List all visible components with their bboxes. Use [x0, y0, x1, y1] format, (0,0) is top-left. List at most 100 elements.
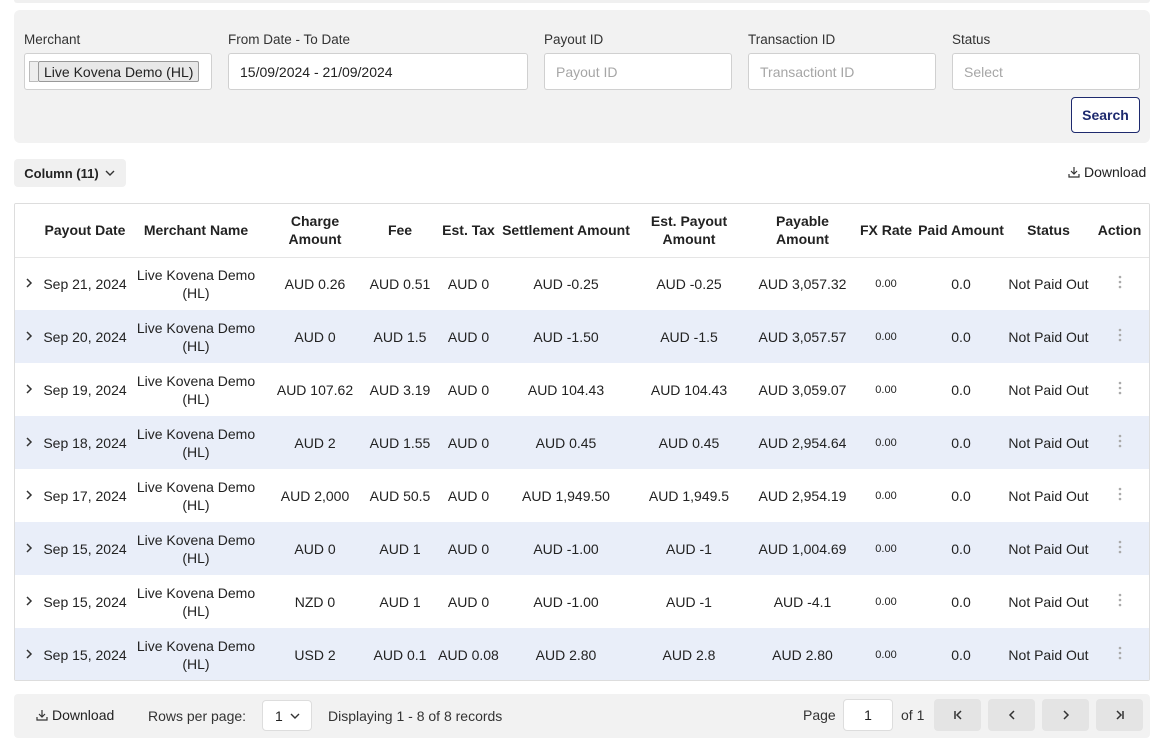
cell-settlement-amount: AUD -1.00	[533, 593, 599, 610]
cell-fx-rate: 0.00	[857, 416, 915, 469]
table-row[interactable]: Sep 17, 2024 Live Kovena Demo (HL) AUD 2,0…	[15, 469, 1149, 522]
search-button[interactable]: Search	[1071, 97, 1140, 133]
download-label: Download	[1084, 164, 1147, 180]
download-button-bottom[interactable]: Download	[36, 707, 114, 723]
cell-est-tax: AUD 0	[447, 593, 490, 610]
expand-row-button[interactable]	[15, 628, 43, 680]
merchant-chip[interactable]: Live Kovena Demo (HL)	[38, 61, 200, 82]
transaction-id-input[interactable]: Transactiont ID	[748, 53, 936, 90]
header-fx-rate[interactable]: FX Rate	[857, 204, 915, 258]
chevron-right-icon	[26, 648, 33, 659]
cell-payout-date: Sep 20, 2024	[43, 310, 127, 363]
cell-est-payout-amount: AUD 0.45	[630, 416, 748, 469]
first-page-icon	[953, 710, 962, 720]
status-select[interactable]: Select	[952, 53, 1140, 90]
cell-settlement-amount: AUD -1.50	[502, 310, 630, 363]
cell-fx-rate: 0.00	[875, 277, 897, 290]
cell-fx-rate: 0.00	[875, 489, 897, 502]
cell-est-payout-amount: AUD 1,949.5	[648, 487, 730, 504]
date-range-label: From Date - To Date	[228, 32, 351, 47]
cell-payable-amount: AUD 2.80	[748, 628, 857, 680]
transaction-id-label: Transaction ID	[748, 32, 836, 47]
header-status[interactable]: Status	[1007, 204, 1090, 258]
row-action-menu[interactable]	[1090, 469, 1149, 522]
cell-paid-amount: 0.0	[915, 628, 1007, 680]
row-action-menu[interactable]	[1090, 522, 1149, 575]
row-action-menu[interactable]	[1090, 363, 1149, 416]
next-page-button[interactable]	[1042, 699, 1089, 731]
row-action-menu[interactable]	[1090, 257, 1149, 310]
cell-charge-amount: NZD 0	[294, 593, 336, 610]
header-expand	[15, 204, 43, 258]
expand-row-button[interactable]	[15, 469, 43, 522]
table-row[interactable]: Sep 15, 2024 Live Kovena Demo (HL) USD 2 AU…	[15, 628, 1149, 680]
cell-payout-date: Sep 15, 2024	[43, 628, 127, 680]
table-row[interactable]: Sep 15, 2024 Live Kovena Demo (HL) NZD 0 AU…	[15, 575, 1149, 628]
cell-settlement-amount: AUD 1,949.50	[522, 487, 610, 504]
table-row[interactable]: Sep 21, 2024 Live Kovena Demo (HL) AUD 0.2…	[15, 257, 1149, 310]
expand-row-button[interactable]	[15, 522, 43, 575]
prev-page-button[interactable]	[988, 699, 1035, 731]
row-action-menu[interactable]	[1090, 575, 1149, 628]
expand-row-button[interactable]	[15, 416, 43, 469]
first-page-button[interactable]	[934, 699, 981, 731]
cell-fee: AUD 1.5	[365, 310, 435, 363]
header-est-tax[interactable]: Est. Tax	[435, 204, 502, 258]
cell-fee: AUD 50.5	[369, 487, 431, 504]
filter-panel: Merchant Live Kovena Demo (HL) From Date…	[14, 10, 1150, 143]
rows-per-page-select[interactable]: 1	[262, 700, 312, 731]
download-icon	[36, 710, 48, 721]
column-toggle-button[interactable]: Column (11)	[14, 159, 126, 187]
row-action-menu[interactable]	[1090, 416, 1149, 469]
chevron-right-icon	[1062, 710, 1069, 720]
expand-row-button[interactable]	[15, 575, 43, 628]
table-row[interactable]: Sep 20, 2024 Live Kovena Demo (HL) AUD 0 AU…	[15, 310, 1149, 363]
header-paid-amount[interactable]: Paid Amount	[915, 204, 1007, 258]
merchant-label: Merchant	[24, 32, 81, 47]
cell-paid-amount: 0.0	[951, 487, 971, 504]
page-number-input[interactable]: 1	[843, 699, 893, 731]
header-payout-date[interactable]: Payout Date	[43, 204, 127, 258]
header-charge-amount[interactable]: Charge Amount	[265, 204, 365, 258]
cell-charge-amount: AUD 0	[265, 522, 365, 575]
merchant-select[interactable]: Live Kovena Demo (HL)	[24, 53, 212, 90]
row-action-menu[interactable]	[1090, 628, 1149, 680]
header-merchant-name[interactable]: Merchant Name	[127, 204, 265, 258]
cell-merchant-name: Live Kovena Demo (HL)	[136, 478, 256, 513]
cell-est-tax: AUD 0	[435, 416, 502, 469]
header-fee[interactable]: Fee	[365, 204, 435, 258]
row-action-menu[interactable]	[1090, 310, 1149, 363]
cell-settlement-amount: AUD 0.45	[502, 416, 630, 469]
chevron-right-icon	[26, 436, 33, 447]
cell-est-tax: AUD 0	[447, 487, 490, 504]
expand-row-button[interactable]	[15, 363, 43, 416]
date-range-input[interactable]: 15/09/2024 - 21/09/2024	[228, 53, 528, 90]
table-row[interactable]: Sep 15, 2024 Live Kovena Demo (HL) AUD 0 AU…	[15, 522, 1149, 575]
chevron-right-icon	[26, 383, 33, 394]
cell-charge-amount: AUD 2,000	[280, 487, 350, 504]
payout-id-label: Payout ID	[544, 32, 604, 47]
kebab-menu-icon	[1118, 381, 1121, 394]
cell-settlement-amount: AUD 2.80	[502, 628, 630, 680]
table-row[interactable]: Sep 18, 2024 Live Kovena Demo (HL) AUD 2 AU…	[15, 416, 1149, 469]
cell-status: Not Paid Out	[1007, 628, 1090, 680]
payout-id-input[interactable]: Payout ID	[544, 53, 732, 90]
download-button-top[interactable]: Download	[1068, 164, 1146, 180]
expand-row-button[interactable]	[15, 310, 43, 363]
kebab-menu-icon	[1118, 593, 1121, 606]
expand-row-button[interactable]	[15, 257, 43, 310]
cell-merchant-name: Live Kovena Demo (HL)	[136, 584, 256, 619]
header-est-payout-amount[interactable]: Est. Payout Amount	[630, 204, 748, 258]
last-page-icon	[1115, 710, 1124, 720]
table-row[interactable]: Sep 19, 2024 Live Kovena Demo (HL) AUD 107…	[15, 363, 1149, 416]
cell-payout-date: Sep 15, 2024	[43, 522, 127, 575]
cell-status: Not Paid Out	[1008, 487, 1089, 504]
header-settlement-amount[interactable]: Settlement Amount	[502, 204, 630, 258]
cell-fee: AUD 1	[379, 593, 421, 610]
download-label: Download	[52, 707, 115, 723]
cell-fee: AUD 0.51	[369, 275, 431, 292]
cell-paid-amount: 0.0	[951, 381, 971, 398]
cell-charge-amount: AUD 0	[265, 310, 365, 363]
last-page-button[interactable]	[1096, 699, 1143, 731]
header-payable-amount[interactable]: Payable Amount	[748, 204, 857, 258]
